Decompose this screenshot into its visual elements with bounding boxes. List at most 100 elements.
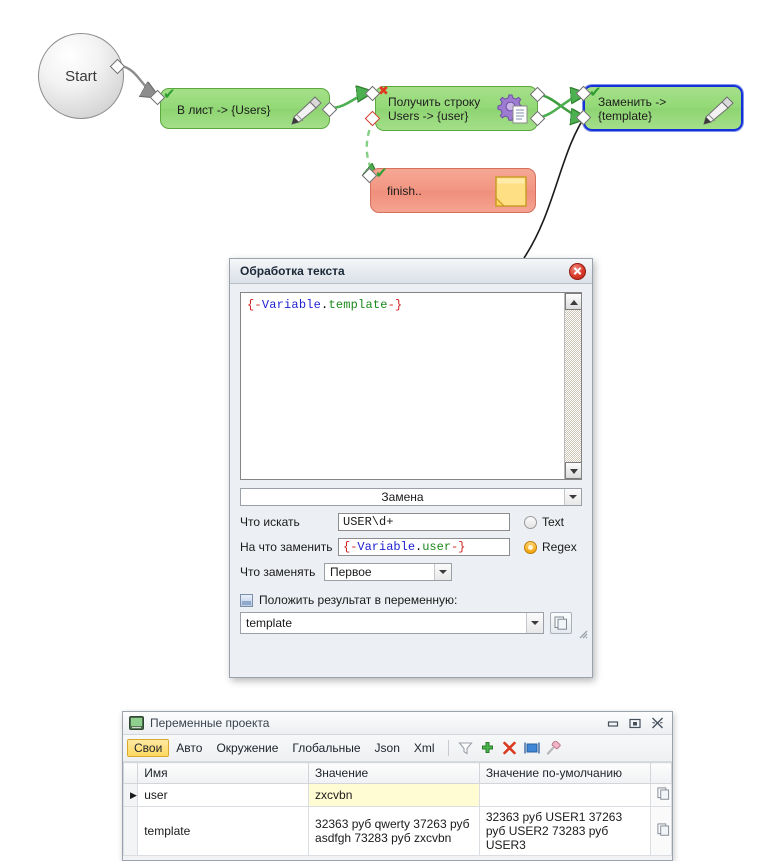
tab-avto[interactable]: Авто xyxy=(169,739,209,757)
flowchart-connectors xyxy=(121,64,764,259)
row-value[interactable]: 32363 руб qwerty 37263 руб asdfgh 73283 … xyxy=(308,806,480,856)
restore-button[interactable] xyxy=(624,714,646,732)
col-name[interactable]: Имя xyxy=(137,762,310,784)
table-row[interactable]: ▶ user zxcvbn xyxy=(122,783,673,807)
filter-icon xyxy=(458,741,473,754)
text-processing-dialog: Обработка текста {-Variable.template-} З… xyxy=(229,258,593,678)
store-result-checkbox[interactable]: Положить результат в переменную: xyxy=(240,593,582,607)
radio-text-label: Text xyxy=(542,515,565,529)
pen-icon xyxy=(291,96,322,125)
scope-row: Что заменять Первое xyxy=(240,563,582,581)
flow-node-finish[interactable]: finish.. xyxy=(370,168,536,213)
flow-node-get-line[interactable]: Получить строку Users -> {user} xyxy=(375,86,538,131)
tab-okruzhenie[interactable]: Окружение xyxy=(209,739,285,757)
flow-node-finish-label: finish.. xyxy=(387,184,422,198)
row-value[interactable]: zxcvbn xyxy=(308,783,480,807)
radio-regex[interactable]: Regex xyxy=(524,540,577,554)
dialog-body: {-Variable.template-} Замена Что искать … xyxy=(230,284,592,642)
flow-node-replace-label: Заменить -> {template} xyxy=(598,95,667,123)
result-variable-value: template xyxy=(246,616,293,630)
get-line-error-marker: ✖ xyxy=(378,83,389,98)
copy-icon xyxy=(657,823,669,836)
row-default[interactable] xyxy=(478,783,651,807)
radio-regex-dot[interactable] xyxy=(524,540,537,554)
replace-input[interactable]: {-Variable.user-} xyxy=(338,538,510,556)
radio-regex-label: Regex xyxy=(542,540,577,554)
mode-combobox-value: Замена xyxy=(381,490,424,504)
tab-xml[interactable]: Xml xyxy=(407,739,442,757)
gear-document-icon xyxy=(497,94,528,124)
pen-icon xyxy=(703,96,734,125)
row-copy-button[interactable] xyxy=(649,783,673,807)
row-name[interactable]: user xyxy=(137,783,310,807)
table-row[interactable]: template 32363 руб qwerty 37263 руб asdf… xyxy=(122,806,673,856)
row-indicator: ▶ xyxy=(122,783,139,807)
flow-start-label: Start xyxy=(65,67,97,85)
editor-close-token: -} xyxy=(387,298,403,312)
flow-node-replace[interactable]: Заменить -> {template} xyxy=(583,85,743,131)
row-indicator-header xyxy=(122,762,139,784)
template-editor[interactable]: {-Variable.template-} xyxy=(240,292,582,480)
chevron-down-icon[interactable] xyxy=(434,564,451,580)
search-input[interactable]: USER\d+ xyxy=(338,513,510,531)
filter-button[interactable] xyxy=(455,738,477,758)
dialog-title: Обработка текста xyxy=(240,264,345,278)
mode-combobox[interactable]: Замена xyxy=(240,488,582,506)
row-copy-button[interactable] xyxy=(649,806,673,856)
col-copy xyxy=(649,762,673,784)
restore-icon xyxy=(629,718,641,728)
radio-text-dot[interactable] xyxy=(524,515,537,529)
editor-open-token: {- xyxy=(247,298,262,312)
tab-svoi[interactable]: Свои xyxy=(127,739,170,757)
close-icon xyxy=(651,717,663,729)
replace-ok-marker: ✔ xyxy=(589,84,602,101)
result-variable-combobox[interactable]: template xyxy=(240,612,544,634)
toolbar-separator xyxy=(447,740,449,756)
minimize-icon xyxy=(607,721,619,727)
close-button[interactable] xyxy=(646,714,668,732)
row-name[interactable]: template xyxy=(137,806,310,856)
chevron-down-icon[interactable] xyxy=(564,489,581,505)
row-default[interactable]: 32363 руб USER1 37263 руб USER2 73283 ру… xyxy=(478,806,651,856)
scroll-down-icon[interactable] xyxy=(565,462,581,479)
tab-globalnye[interactable]: Глобальные xyxy=(285,739,367,757)
variables-titlebar: Переменные проекта xyxy=(123,712,672,735)
scope-combobox[interactable]: Первое xyxy=(324,563,452,581)
flow-node-to-list[interactable]: В лист -> {Users} xyxy=(160,88,330,129)
replace-open-token: {- xyxy=(343,540,358,554)
dialog-titlebar: Обработка текста xyxy=(230,259,592,284)
variables-window-icon xyxy=(129,716,144,730)
flow-node-to-list-label: В лист -> {Users} xyxy=(177,103,271,117)
resize-grip-icon[interactable] xyxy=(576,627,588,639)
tab-json[interactable]: Json xyxy=(368,739,407,757)
search-label: Что искать xyxy=(240,515,300,529)
chevron-down-icon[interactable] xyxy=(526,613,543,633)
editor-ns-token: Variable xyxy=(261,298,322,312)
to-list-ok-marker: ✔ xyxy=(163,86,176,103)
radio-text[interactable]: Text xyxy=(524,515,564,529)
close-icon[interactable] xyxy=(569,262,586,280)
variable-box-icon xyxy=(240,593,253,607)
store-result-label: Положить результат в переменную: xyxy=(259,593,458,607)
add-variable-button[interactable] xyxy=(477,738,499,758)
col-default[interactable]: Значение по-умолчанию xyxy=(478,762,651,784)
flow-start-node[interactable]: Start xyxy=(38,33,124,119)
eraser-icon xyxy=(546,740,561,755)
editor-var-token: template xyxy=(328,298,388,312)
scope-combobox-value: Первое xyxy=(330,565,372,579)
rename-icon xyxy=(523,742,540,754)
minimize-button[interactable] xyxy=(602,714,624,732)
variables-window-title: Переменные проекта xyxy=(150,716,270,730)
rename-variable-button[interactable] xyxy=(521,738,543,758)
project-variables-window: Переменные проекта Свои Авто Окружение Г… xyxy=(122,711,673,861)
finish-ok-marker: ✔ xyxy=(375,165,388,182)
editor-vertical-scrollbar[interactable] xyxy=(564,293,581,479)
scroll-up-icon[interactable] xyxy=(565,293,581,310)
copy-variable-button[interactable] xyxy=(550,612,572,634)
replace-close-token: -} xyxy=(451,540,466,554)
delete-variable-button[interactable] xyxy=(499,738,521,758)
clear-variable-button[interactable] xyxy=(543,738,565,758)
col-value[interactable]: Значение xyxy=(308,762,480,784)
copy-icon xyxy=(554,616,567,630)
replace-ns-token: Variable xyxy=(357,540,416,554)
